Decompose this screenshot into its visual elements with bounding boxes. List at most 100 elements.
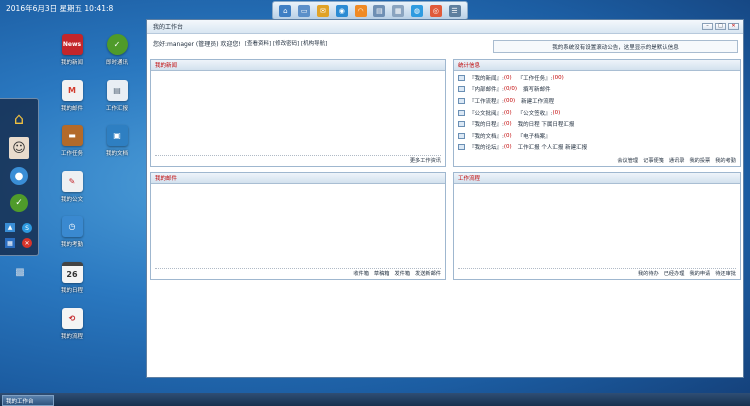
stat-row: 『公文批阅』: (0) 『公文签收』: (0) [454,107,740,119]
inbox-link[interactable]: 收件箱 [353,270,369,277]
profile-nav[interactable]: [查看资料] [修改密码] [机构导航] [245,39,327,47]
image-icon[interactable]: ▲ [5,223,15,232]
skype-icon[interactable]: S [22,223,32,233]
drafts-link[interactable]: 草稿箱 [374,270,390,277]
desktop-icon-news[interactable]: News 我的新闻 [47,34,97,66]
stat-link[interactable]: 『我的文档』: [469,132,504,140]
desktop-icon-label: 即时通讯 [105,60,128,66]
mail-panel-footer: 收件箱 草稿箱 发件箱 发送新邮件 [353,270,441,277]
news-panel-title: 我的新闻 [151,60,445,71]
stats-list: 『我的新闻』: (0) 『工作任务』: (00) 『内部邮件』: (0/0) 撰写新邮件 … [454,71,740,153]
dock-home-icon[interactable]: ⌂ [9,109,29,128]
stat-link[interactable]: 『工作流程』: [469,97,504,105]
minimize-button[interactable]: – [702,23,713,30]
stat-link[interactable]: 工作汇报 个人汇报 新建汇报 [518,143,588,151]
home-icon[interactable]: ⌂ [279,4,292,17]
globe-icon[interactable]: ◉ [335,4,348,17]
desktop-icon-official[interactable]: ✎ 我的公文 [47,171,97,203]
divider [155,155,441,156]
stat-link[interactable]: 『我的日程』: [469,120,504,128]
sent-link[interactable]: 发件箱 [394,270,410,277]
stat-count: (00) [552,74,564,81]
desktop-icon-docs[interactable]: ▣ 我的文档 [92,125,142,157]
desktop-icon-label: 我的公文 [60,197,83,203]
flow-panel: 工作流程 我的待办 已经办理 我的申请 待还审批 [453,172,741,280]
meeting-link[interactable]: 会议管理 [617,157,638,164]
flow-panel-footer: 我的待办 已经办理 我的申请 待还审批 [638,270,736,277]
stat-link[interactable]: 『工作任务』: [518,74,553,82]
desktop-icon-task[interactable]: ▬ 工作任务 [47,125,97,157]
window-titlebar[interactable]: 我的工作台 [147,20,743,34]
stats-panel-footer: 会议管理 记事便笺 通讯录 我的投票 我的考勤 [617,157,736,164]
stat-link[interactable]: 我的日程 下属日程汇报 [518,120,575,128]
desktop-icon-mail[interactable]: M 我的邮件 [47,80,97,112]
attendance-link[interactable]: 我的考勤 [715,157,736,164]
desktop-icon-attendance[interactable]: ◷ 我的考勤 [47,216,97,248]
stat-count: (0) [552,109,561,116]
chat-icon: ✓ [106,34,128,55]
todo-link[interactable]: 我的待办 [638,270,659,277]
side-dock: ⌂ ☺ ● ✓ ▲ S ▦ ✕ [0,98,39,256]
stat-link[interactable]: 『公文签收』: [518,109,553,117]
maximize-button[interactable]: □ [715,23,726,30]
card-icon[interactable]: ▤ [373,4,386,17]
stats-panel: 统计信息 『我的新闻』: (0) 『工作任务』: (00) 『内部邮件』: (0/0) 撰… [453,59,741,167]
stat-row: 『我的日程』: (0) 我的日程 下属日程汇报 [454,118,740,130]
windows-icon[interactable]: ▦ [5,238,15,248]
settings-icon[interactable]: ▩ [6,265,34,279]
clock-icon: ◷ [61,216,83,237]
desktop-icon-flow[interactable]: ⟲ 我的流程 [47,308,97,340]
mail-icon[interactable]: ✉ [316,4,329,17]
avatar[interactable]: ☺ [9,137,29,159]
stat-link[interactable]: 『电子档案』 [518,132,551,140]
divider [155,268,441,269]
help-icon[interactable]: ◎ [429,4,442,17]
desktop-icon-label: 我的文档 [105,151,128,157]
window-icon[interactable]: ▭ [298,4,311,17]
stat-link[interactable]: 『内部邮件』: [469,85,504,93]
mail-panel-title: 我的邮件 [151,173,445,184]
greeting: 您好:manager (管理员) 欢迎您! [153,40,241,48]
gmail-icon: M [61,80,83,101]
stat-link[interactable]: 新建工作流程 [521,97,554,105]
done-link[interactable]: 已经办理 [664,270,685,277]
doc-icon [458,74,465,81]
pending-approval-link[interactable]: 待还审批 [715,270,736,277]
stat-count: (0) [503,132,512,139]
calendar-icon[interactable]: ▦ [392,4,405,17]
desktop-icon-schedule[interactable]: 26 我的日程 [47,262,97,294]
desktop-icon-chat[interactable]: ✓ 即时通讯 [92,34,142,66]
desktop-icon-report[interactable]: ▤ 工作汇报 [92,80,142,112]
flow-icon: ⟲ [61,308,83,329]
close-button[interactable]: ✕ [728,23,739,30]
desktop-icon-label: 工作任务 [60,151,83,157]
pen-icon: ✎ [61,171,83,192]
compose-link[interactable]: 发送新邮件 [415,270,441,277]
stat-row: 『我的文档』: (0) 『电子档案』 [454,130,740,142]
stat-count: (00) [503,97,516,104]
notes-link[interactable]: 记事便笺 [643,157,664,164]
flow-panel-title: 工作流程 [454,173,740,184]
stat-link[interactable]: 撰写新邮件 [523,85,551,93]
contacts-link[interactable]: 通讯录 [669,157,685,164]
apps-icon[interactable]: ✓ [10,194,28,212]
desktop-icon-label: 工作汇报 [105,106,128,112]
earth-icon[interactable]: ◍ [410,4,423,17]
more-news-link[interactable]: 更多工作资讯 [410,157,441,164]
stat-link[interactable]: 『公文批阅』: [469,109,504,117]
taskbar-item-workbench[interactable]: 我的工作台 [2,395,54,406]
my-apply-link[interactable]: 我的申请 [689,270,710,277]
doc-icon [458,144,465,151]
close-icon[interactable]: ✕ [22,238,32,248]
stat-link[interactable]: 『我的新闻』: [469,74,504,82]
list-icon[interactable]: ☰ [448,4,461,17]
vote-link[interactable]: 我的投票 [689,157,710,164]
users-icon[interactable]: ● [10,167,28,185]
taskbar: 我的工作台 [0,393,750,406]
clock: 2016年6月3日 星期五 10:41:8 [6,4,114,13]
notice-banner: 我的系统没有设置滚动公告，这里显示的是默认信息 [493,40,738,53]
rss-icon[interactable]: ◠ [354,4,367,17]
stat-count: (0) [503,74,512,81]
doc-icon [458,109,465,116]
stat-link[interactable]: 『我的论坛』: [469,143,504,151]
